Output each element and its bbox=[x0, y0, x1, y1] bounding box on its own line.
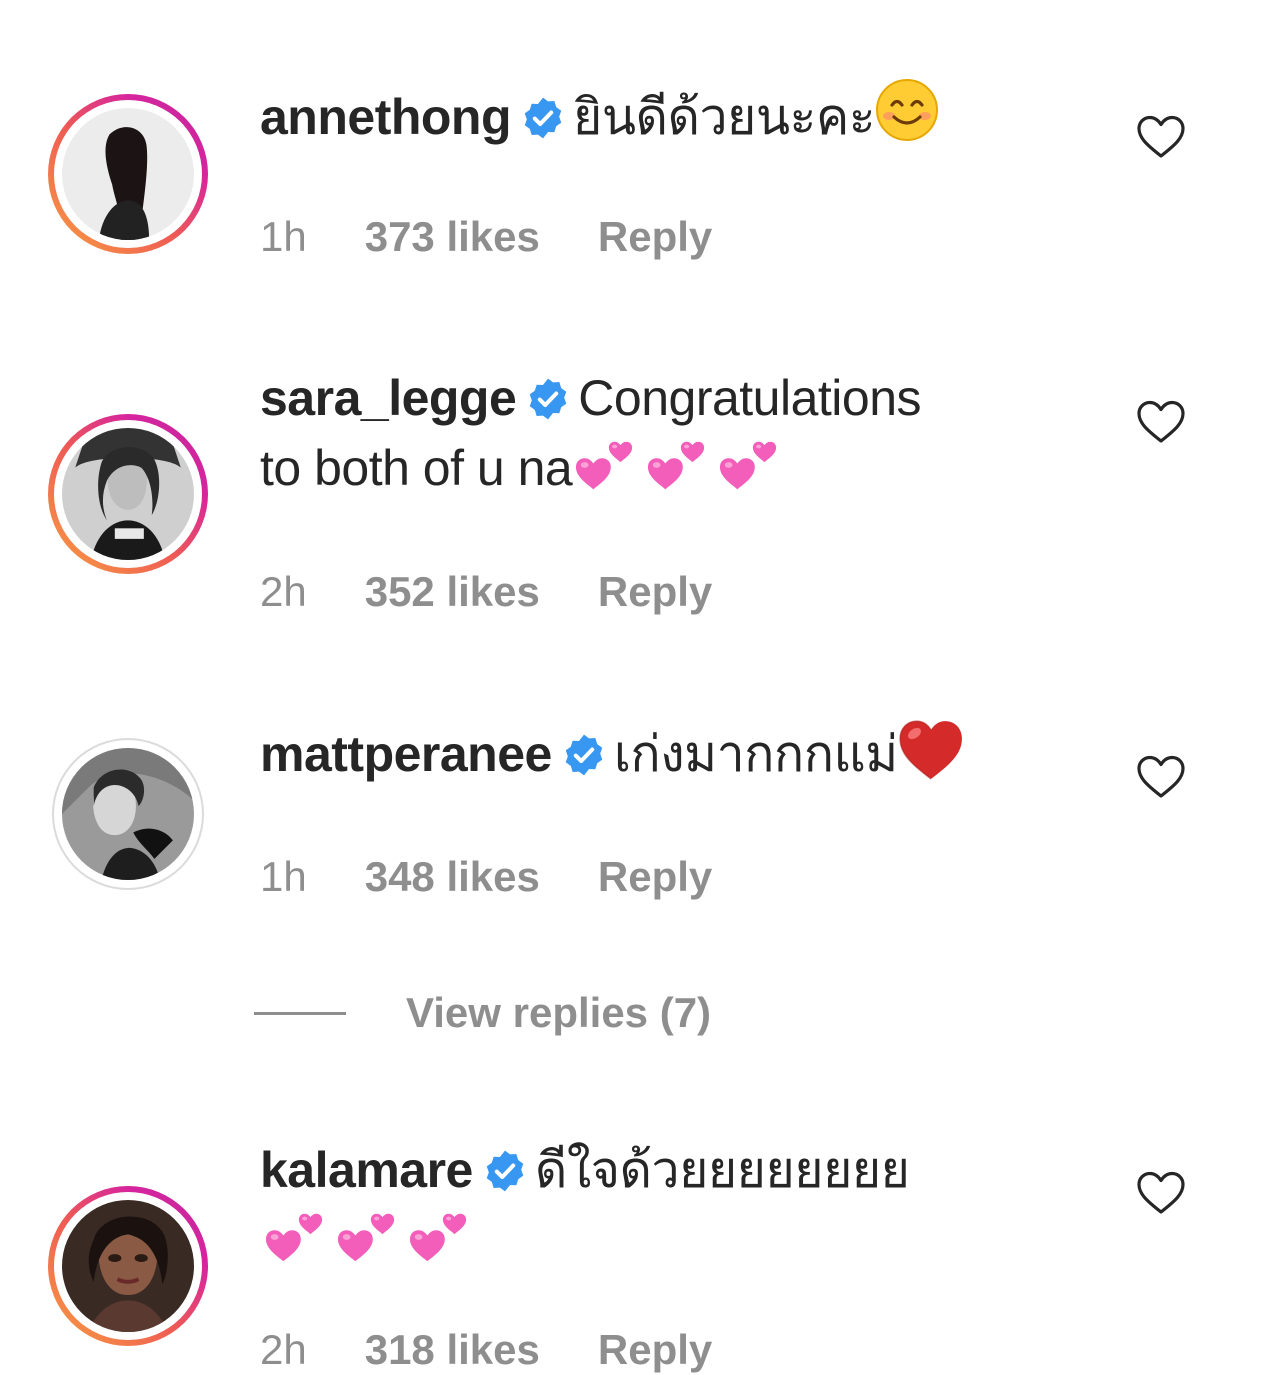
two-hearts-emoji-icon bbox=[264, 1205, 326, 1285]
like-heart-icon[interactable] bbox=[1136, 114, 1186, 160]
comment-body: ดีใจด้วยยยยยยยย bbox=[534, 1142, 910, 1198]
view-replies-button[interactable]: View replies (7) bbox=[254, 988, 711, 1038]
comment-text: mattperanee เก่งมากกกแม่ bbox=[260, 717, 1060, 801]
avatar-story-ring[interactable] bbox=[48, 1186, 208, 1346]
verified-badge-icon bbox=[521, 96, 565, 140]
like-count[interactable]: 348 likes bbox=[365, 853, 540, 900]
view-replies-label: View replies (7) bbox=[406, 989, 712, 1036]
username-link[interactable]: sara_legge bbox=[260, 370, 517, 426]
like-heart-icon[interactable] bbox=[1136, 1170, 1186, 1216]
comment-body: ยินดีด้วยนะคะ bbox=[573, 89, 876, 145]
two-hearts-emoji-icon bbox=[574, 433, 636, 513]
comment-meta: 1h 348 likes Reply bbox=[260, 852, 712, 902]
avatar bbox=[62, 1200, 194, 1332]
username-link[interactable]: mattperanee bbox=[260, 726, 552, 782]
avatar-frame bbox=[54, 420, 202, 568]
comment-time[interactable]: 1h bbox=[260, 853, 307, 900]
reply-button[interactable]: Reply bbox=[598, 568, 712, 615]
two-hearts-emoji-icon bbox=[336, 1205, 398, 1285]
two-hearts-emoji-icon bbox=[718, 433, 780, 513]
comment-text: annethong ยินดีด้วยนะคะ bbox=[260, 78, 1060, 160]
comment-meta: 2h 318 likes Reply bbox=[260, 1325, 712, 1375]
verified-badge-icon bbox=[526, 377, 570, 421]
comment-time[interactable]: 2h bbox=[260, 1326, 307, 1373]
like-count[interactable]: 318 likes bbox=[365, 1326, 540, 1373]
verified-badge-icon bbox=[562, 733, 606, 777]
reply-button[interactable]: Reply bbox=[598, 1326, 712, 1373]
like-heart-icon[interactable] bbox=[1136, 754, 1186, 800]
two-hearts-emoji-icon bbox=[408, 1205, 470, 1285]
two-hearts-emoji-icon bbox=[646, 433, 708, 513]
smiling-face-emoji-icon bbox=[875, 78, 939, 160]
like-count[interactable]: 352 likes bbox=[365, 568, 540, 615]
avatar bbox=[62, 748, 194, 880]
avatar-story-ring[interactable] bbox=[48, 414, 208, 574]
avatar-frame bbox=[54, 1192, 202, 1340]
avatar-story-ring[interactable] bbox=[48, 94, 208, 254]
comment-body: เก่งมากกกแม่ bbox=[613, 726, 898, 782]
avatar bbox=[62, 428, 194, 560]
comment-meta: 2h 352 likes Reply bbox=[260, 567, 712, 617]
like-heart-icon[interactable] bbox=[1136, 399, 1186, 445]
avatar-frame bbox=[54, 100, 202, 248]
comment-meta: 1h 373 likes Reply bbox=[260, 212, 712, 262]
reply-button[interactable]: Reply bbox=[598, 853, 712, 900]
like-count[interactable]: 373 likes bbox=[365, 213, 540, 260]
verified-badge-icon bbox=[483, 1149, 527, 1193]
red-heart-emoji-icon bbox=[898, 717, 964, 801]
comment-text: kalamare ดีใจด้วยยยยยยยย bbox=[260, 1135, 1060, 1285]
username-link[interactable]: annethong bbox=[260, 89, 512, 145]
avatar-frame bbox=[54, 740, 202, 888]
comment-body-line1: Congratulations bbox=[578, 370, 922, 426]
comment-text: sara_legge Congratulations to both of u na bbox=[260, 363, 1060, 513]
comment-time[interactable]: 1h bbox=[260, 213, 307, 260]
username-link[interactable]: kalamare bbox=[260, 1142, 473, 1198]
avatar-ring[interactable] bbox=[52, 738, 204, 890]
comment-time[interactable]: 2h bbox=[260, 568, 307, 615]
reply-button[interactable]: Reply bbox=[598, 213, 712, 260]
avatar bbox=[62, 108, 194, 240]
comment-body-line2: to both of u na bbox=[260, 440, 573, 496]
view-replies-divider bbox=[254, 1011, 346, 1015]
